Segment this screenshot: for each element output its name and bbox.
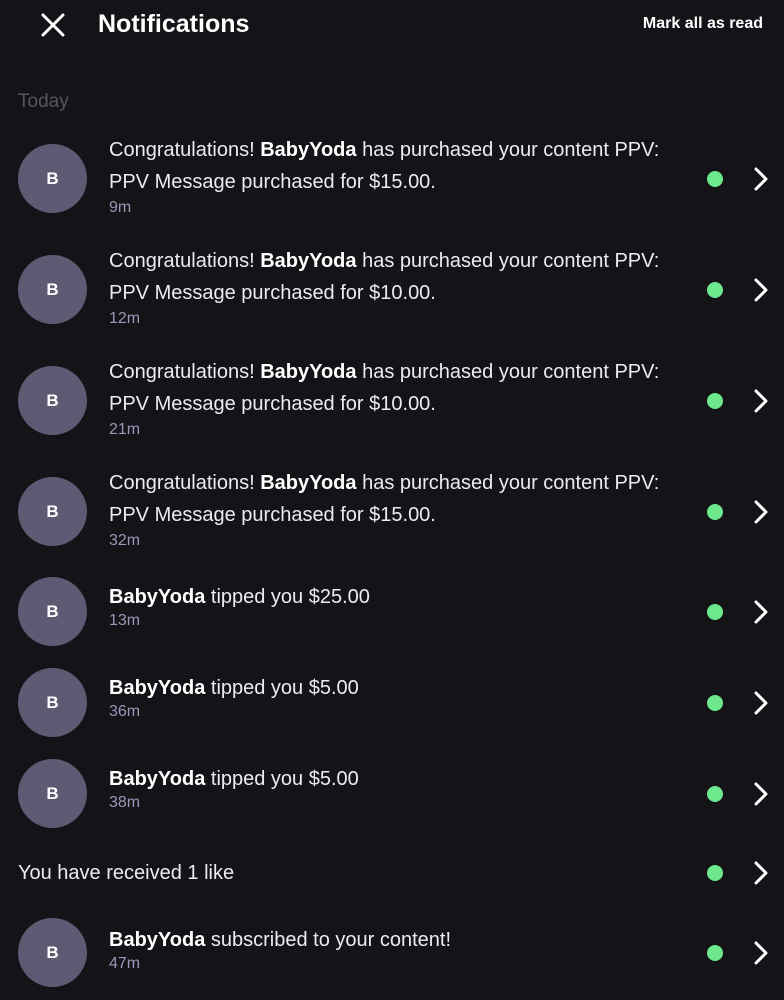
notification-item[interactable]: B Congratulations! BabyYoda has purchase… (0, 250, 784, 327)
avatar: B (18, 366, 87, 435)
chevron-right-icon[interactable] (751, 276, 771, 304)
username: BabyYoda (109, 677, 206, 699)
chevron-right-icon[interactable] (751, 939, 771, 967)
notification-message: BabyYoda tipped you $5.00 (109, 765, 694, 793)
message-prefix: Congratulations! (109, 361, 261, 383)
close-button[interactable] (36, 8, 70, 42)
section-label-today: Today (18, 91, 69, 112)
notification-item[interactable]: B Congratulations! BabyYoda has purchase… (0, 139, 784, 216)
unread-dot (707, 504, 723, 520)
notification-message: Congratulations! BabyYoda has purchased … (109, 246, 694, 309)
notification-item-like[interactable]: You have received 1 like (0, 855, 784, 891)
notification-message: Congratulations! BabyYoda has purchased … (109, 135, 694, 198)
header-bar: Notifications Mark all as read (0, 0, 784, 50)
unread-dot (707, 865, 723, 881)
message-text: subscribed to your content! (205, 929, 452, 951)
notification-content: BabyYoda tipped you $5.00 38m (109, 765, 694, 813)
message-text: tipped you $25.00 (205, 586, 370, 608)
message-text: tipped you $5.00 (205, 677, 359, 699)
timestamp: 12m (109, 310, 141, 327)
unread-dot (707, 786, 723, 802)
chevron-right-icon[interactable] (751, 859, 771, 887)
avatar: B (18, 255, 87, 324)
notification-item[interactable]: B BabyYoda tipped you $25.00 13m (0, 577, 784, 647)
avatar: B (18, 918, 87, 987)
unread-dot (707, 393, 723, 409)
message-prefix: Congratulations! (109, 250, 261, 272)
unread-dot (707, 171, 723, 187)
unread-dot (707, 945, 723, 961)
message-prefix: Congratulations! (109, 472, 261, 494)
avatar: B (18, 577, 87, 646)
timestamp: 13m (109, 612, 141, 629)
notification-item[interactable]: B BabyYoda tipped you $5.00 38m (0, 759, 784, 829)
notification-message: BabyYoda tipped you $25.00 (109, 583, 694, 611)
unread-dot (707, 695, 723, 711)
username: BabyYoda (109, 929, 206, 951)
notification-message: BabyYoda tipped you $5.00 (109, 674, 694, 702)
username: BabyYoda (109, 768, 206, 790)
chevron-right-icon[interactable] (751, 780, 771, 808)
avatar: B (18, 144, 87, 213)
chevron-right-icon[interactable] (751, 387, 771, 415)
avatar: B (18, 668, 87, 737)
username: BabyYoda (260, 472, 357, 494)
chevron-right-icon[interactable] (751, 498, 771, 526)
timestamp: 9m (109, 199, 132, 216)
close-icon (41, 13, 65, 37)
notification-item[interactable]: B Congratulations! BabyYoda has purchase… (0, 472, 784, 549)
message-text: tipped you $5.00 (205, 768, 359, 790)
notification-message: Congratulations! BabyYoda has purchased … (109, 468, 694, 531)
notification-item[interactable]: B Congratulations! BabyYoda has purchase… (0, 361, 784, 438)
avatar: B (18, 759, 87, 828)
chevron-right-icon[interactable] (751, 689, 771, 717)
avatar: B (18, 477, 87, 546)
notification-content: BabyYoda tipped you $25.00 13m (109, 583, 694, 631)
timestamp: 38m (109, 794, 141, 811)
notification-content: BabyYoda tipped you $5.00 36m (109, 674, 694, 722)
chevron-right-icon[interactable] (751, 598, 771, 626)
username: BabyYoda (260, 361, 357, 383)
username: BabyYoda (260, 250, 357, 272)
timestamp: 36m (109, 703, 141, 720)
unread-dot (707, 604, 723, 620)
notification-message: BabyYoda subscribed to your content! (109, 926, 694, 954)
timestamp: 21m (109, 421, 141, 438)
notification-content: Congratulations! BabyYoda has purchased … (109, 135, 694, 218)
username: BabyYoda (109, 586, 206, 608)
notification-message: Congratulations! BabyYoda has purchased … (109, 357, 694, 420)
notification-item[interactable]: B BabyYoda tipped you $5.00 36m (0, 668, 784, 738)
username: BabyYoda (260, 139, 357, 161)
notification-content: Congratulations! BabyYoda has purchased … (109, 246, 694, 329)
chevron-right-icon[interactable] (751, 165, 771, 193)
message-prefix: Congratulations! (109, 139, 261, 161)
notification-content: BabyYoda subscribed to your content! 47m (109, 926, 694, 974)
unread-dot (707, 282, 723, 298)
page-title: Notifications (98, 10, 250, 38)
notification-message: You have received 1 like (18, 862, 235, 884)
timestamp: 47m (109, 955, 141, 972)
notification-item[interactable]: B BabyYoda subscribed to your content! 4… (0, 918, 784, 988)
timestamp: 32m (109, 532, 141, 549)
mark-all-read-button[interactable]: Mark all as read (643, 13, 763, 35)
notification-content: Congratulations! BabyYoda has purchased … (109, 468, 694, 551)
notification-content: Congratulations! BabyYoda has purchased … (109, 357, 694, 440)
